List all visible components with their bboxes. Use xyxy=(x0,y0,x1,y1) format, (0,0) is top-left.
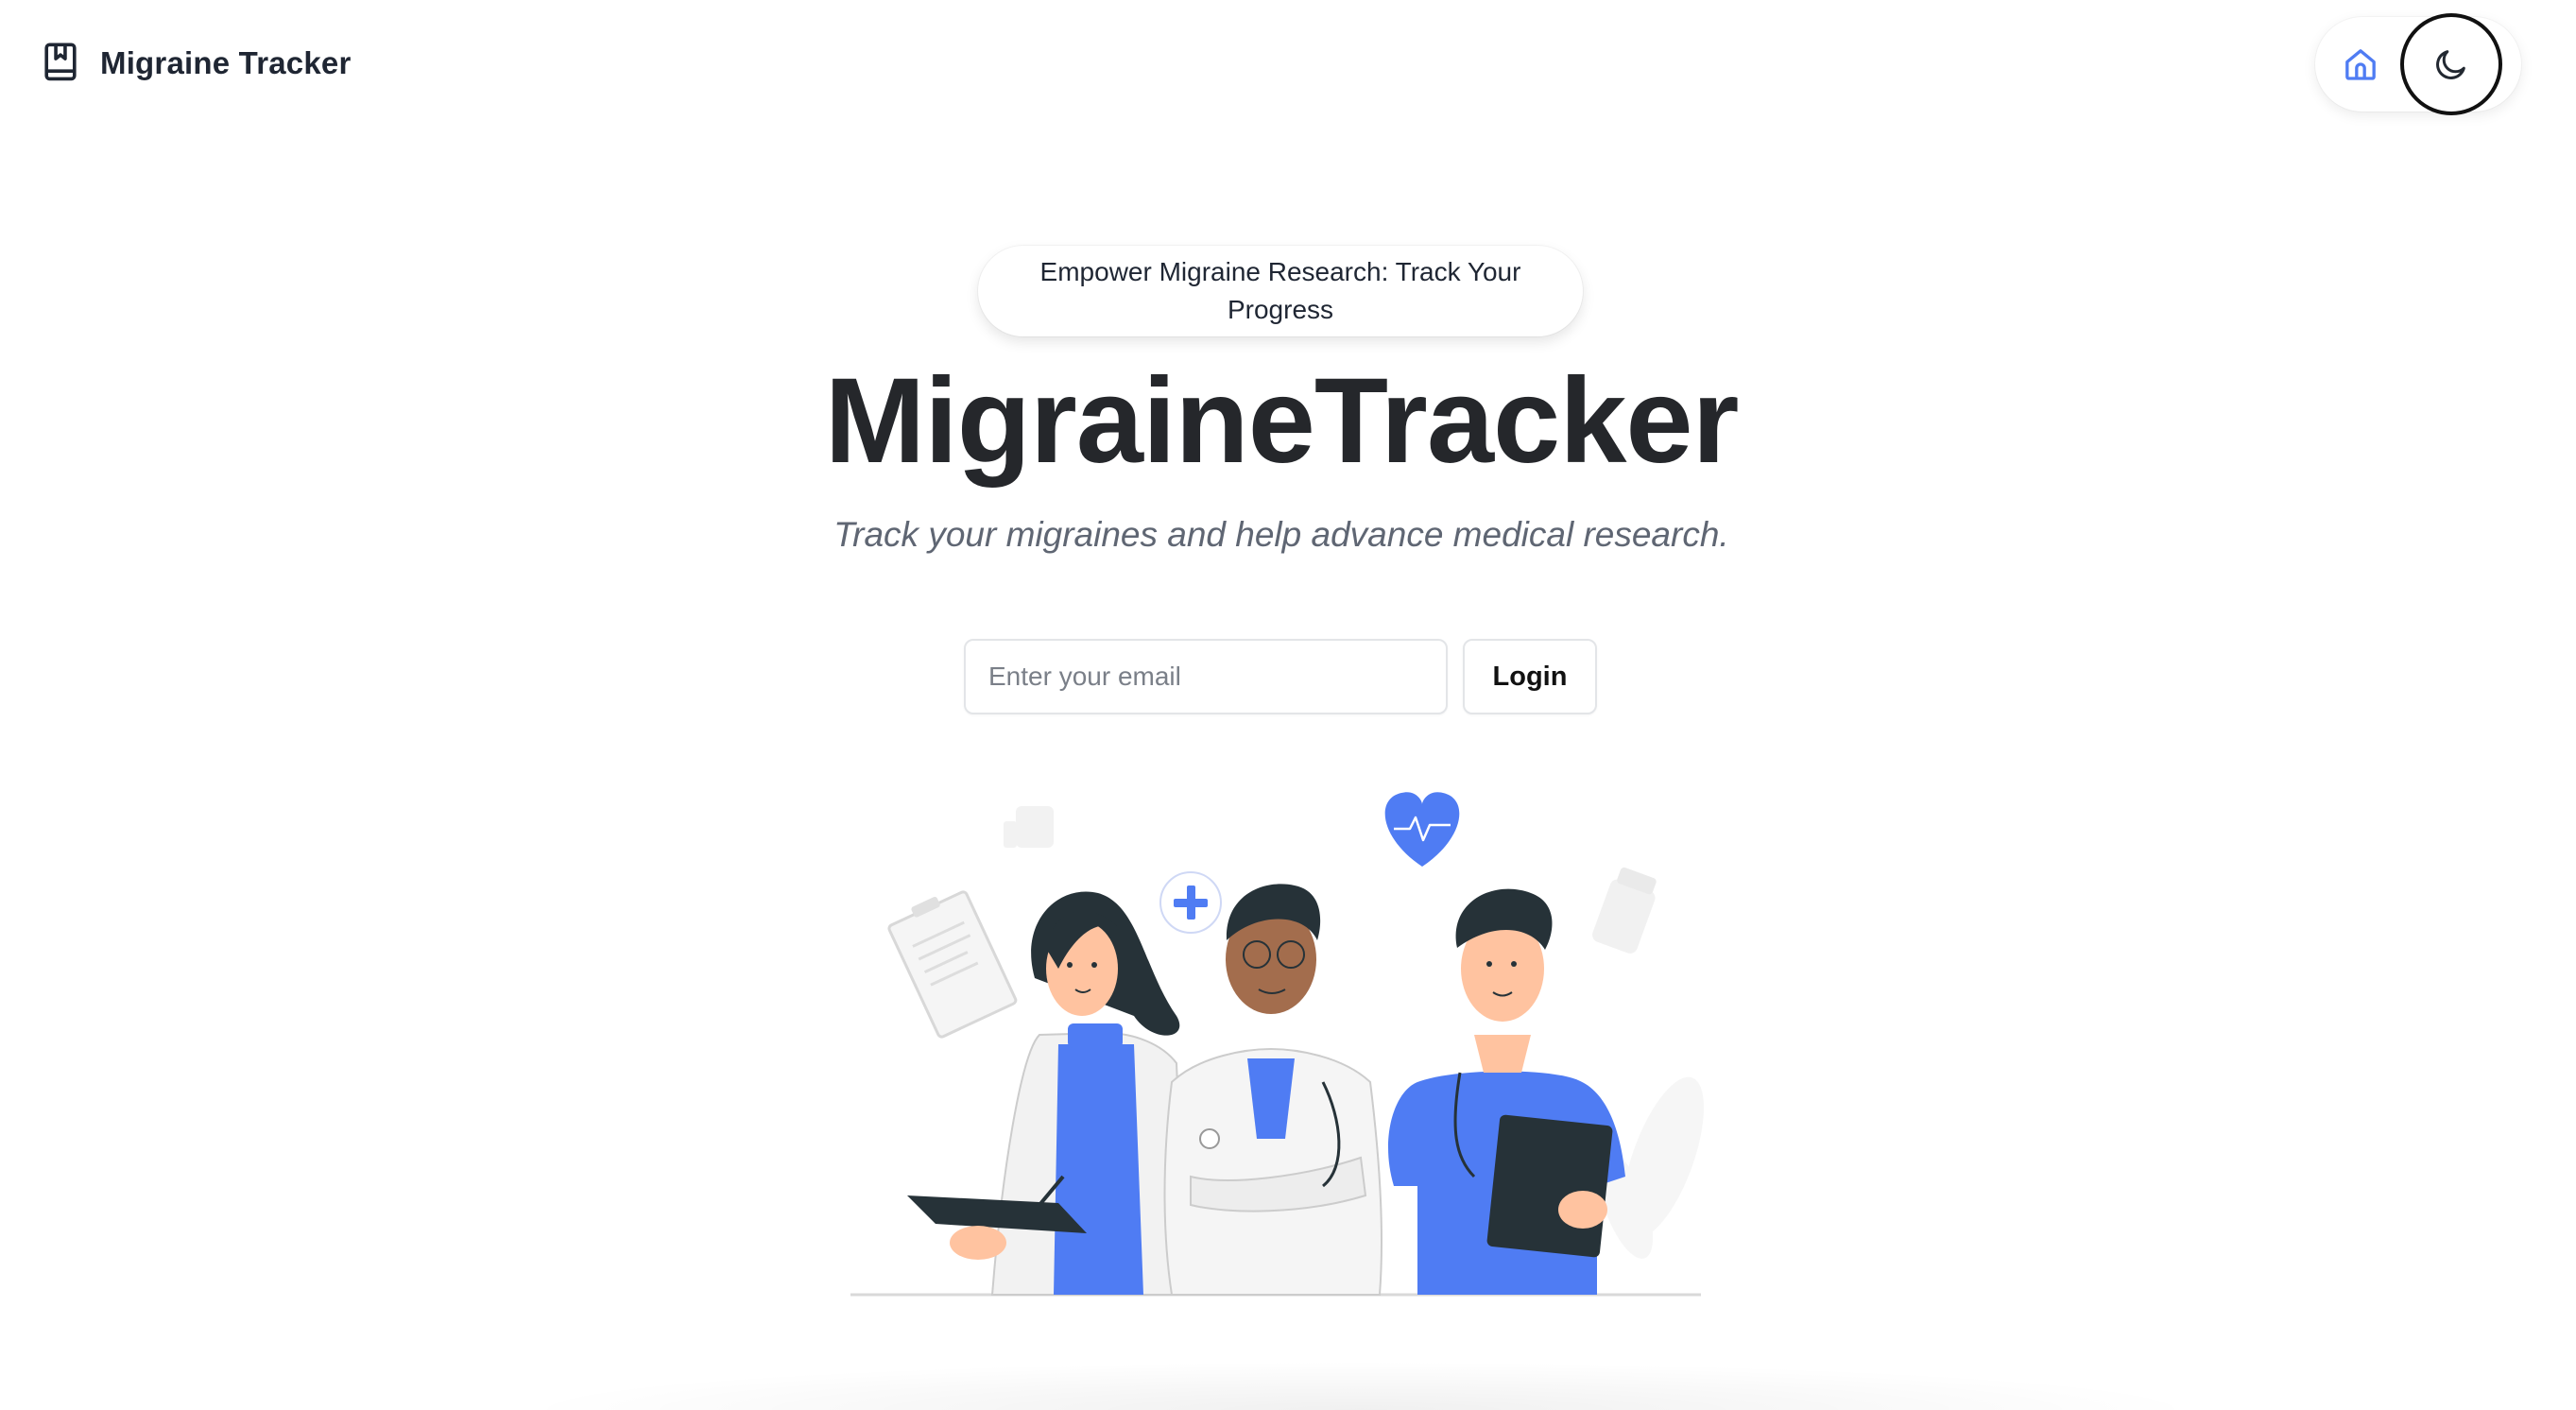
male-doctor xyxy=(1163,884,1382,1296)
brand[interactable]: Migraine Tracker xyxy=(42,42,352,85)
clipboard-decor xyxy=(887,890,1018,1039)
hero-subtitle: Track your migraines and help advance me… xyxy=(833,515,1729,554)
email-input[interactable] xyxy=(964,639,1448,714)
home-button[interactable] xyxy=(2334,38,2387,91)
plus-circle-icon xyxy=(1159,871,1222,934)
thumbs-up-icon xyxy=(1004,806,1054,848)
home-icon xyxy=(2345,49,2376,80)
hero-badge: Empower Migraine Research: Track Your Pr… xyxy=(978,246,1583,336)
top-nav xyxy=(2315,13,2521,115)
male-nurse xyxy=(1388,888,1625,1295)
theme-toggle-button[interactable] xyxy=(2400,13,2502,115)
moon-icon xyxy=(2436,50,2465,79)
bottom-shadow xyxy=(510,1361,2211,1410)
heart-icon xyxy=(1384,792,1460,867)
brand-name: Migraine Tracker xyxy=(100,45,352,80)
doctors-team-illustration xyxy=(850,792,1705,1297)
landing-page: Migraine Tracker Empower Migraine Resear… xyxy=(0,0,2576,1410)
pill-bottle-decor xyxy=(1592,867,1657,954)
bookmark-book-icon xyxy=(44,43,77,81)
hero-title: MigraineTracker xyxy=(824,353,1740,489)
login-button[interactable]: Login xyxy=(1463,639,1597,714)
